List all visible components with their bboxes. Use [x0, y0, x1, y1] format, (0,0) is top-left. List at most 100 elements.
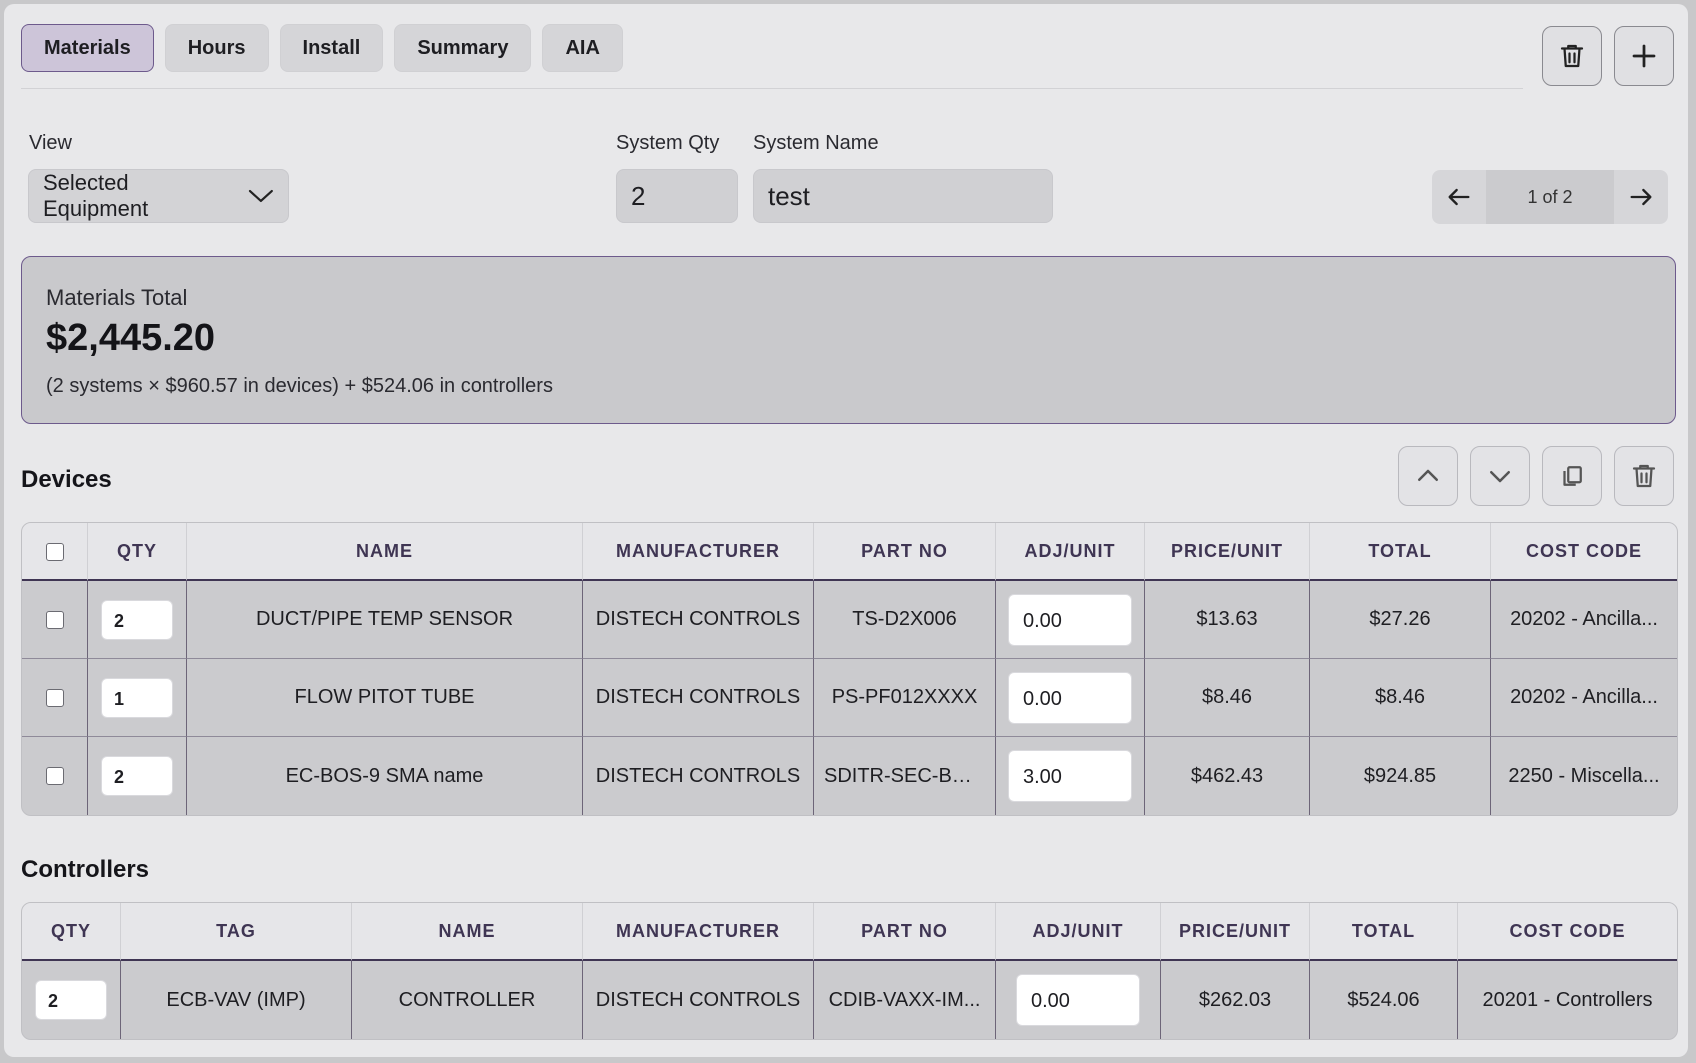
adj-input[interactable]: 0.00 — [1008, 593, 1132, 646]
price-cell: $13.63 — [1145, 581, 1310, 659]
tab-summary[interactable]: Summary — [394, 24, 532, 72]
manufacturer-cell: DISTECH CONTROLS — [583, 659, 814, 737]
qty-cell: 2 — [88, 581, 187, 659]
adj-input[interactable]: 3.00 — [1008, 750, 1132, 802]
qty-cell: 2 — [88, 737, 187, 815]
column-header: COST CODE — [1458, 903, 1677, 961]
delete-system-button[interactable] — [1542, 26, 1602, 86]
tab-hours[interactable]: Hours — [164, 24, 269, 72]
name-cell: DUCT/PIPE TEMP SENSOR — [187, 581, 583, 659]
tab-divider — [21, 88, 1523, 89]
total-cell: $924.85 — [1310, 737, 1491, 815]
view-label: View — [29, 132, 72, 154]
row-checkbox[interactable] — [45, 610, 64, 629]
chevron-down-icon — [249, 189, 274, 203]
adj-cell: 0.00 — [996, 581, 1145, 659]
tab-aia[interactable]: AIA — [542, 24, 623, 72]
row-checkbox[interactable] — [45, 767, 64, 786]
name-cell: CONTROLLER — [352, 961, 583, 1039]
trash-icon — [1632, 464, 1656, 488]
qty-input[interactable]: 2 — [35, 980, 107, 1020]
manufacturer-cell: DISTECH CONTROLS — [583, 581, 814, 659]
materials-total-amount: $2,445.20 — [46, 317, 216, 359]
table-row: 2 EC-BOS-9 SMA name DISTECH CONTROLS SDI… — [22, 737, 1677, 815]
system-name-input[interactable]: test — [753, 169, 1053, 223]
duplicate-button[interactable] — [1542, 446, 1602, 506]
column-header: MANUFACTURER — [583, 903, 814, 961]
copy-icon — [1563, 466, 1582, 486]
system-qty-input[interactable]: 2 — [616, 169, 738, 223]
tab-materials[interactable]: Materials — [21, 24, 154, 72]
qty-cell: 1 — [88, 659, 187, 737]
move-down-button[interactable] — [1470, 446, 1530, 506]
name-cell: EC-BOS-9 SMA name — [187, 737, 583, 815]
part-no-cell: CDIB-VAXX-IM... — [814, 961, 996, 1039]
tab-bar: Materials Hours Install Summary AIA — [21, 24, 623, 72]
delete-devices-button[interactable] — [1614, 446, 1674, 506]
add-system-button[interactable] — [1614, 26, 1674, 86]
cost-code-cell[interactable]: 20202 - Ancilla... — [1491, 659, 1677, 737]
adj-cell: 0.00 — [996, 961, 1161, 1039]
materials-total-breakdown: (2 systems × $960.57 in devices) + $524.… — [46, 375, 553, 397]
part-no-cell: TS-D2X006 — [814, 581, 996, 659]
column-header: MANUFACTURER — [583, 523, 814, 581]
move-up-button[interactable] — [1398, 446, 1458, 506]
qty-input[interactable]: 2 — [101, 599, 173, 640]
cost-code-cell[interactable]: 2250 - Miscella... — [1491, 737, 1677, 815]
column-header: PRICE/UNIT — [1145, 523, 1310, 581]
row-select-cell — [22, 659, 88, 737]
arrow-left-icon — [1448, 188, 1470, 206]
select-all-checkbox[interactable] — [45, 542, 64, 561]
name-cell: FLOW PITOT TUBE — [187, 659, 583, 737]
plus-icon — [1632, 44, 1656, 68]
view-select-value: Selected Equipment — [43, 170, 149, 221]
devices-table: QTY NAME MANUFACTURER PART NO ADJ/UNIT P… — [21, 522, 1678, 816]
page-indicator: 1 of 2 — [1486, 170, 1614, 224]
table-row: 2 DUCT/PIPE TEMP SENSOR DISTECH CONTROLS… — [22, 581, 1677, 659]
price-cell: $8.46 — [1145, 659, 1310, 737]
adj-input[interactable]: 0.00 — [1016, 974, 1140, 1026]
column-header: NAME — [352, 903, 583, 961]
tag-cell: ECB-VAV (IMP) — [121, 961, 352, 1039]
system-name-label: System Name — [753, 132, 879, 154]
column-header: ADJ/UNIT — [996, 523, 1145, 581]
column-header: TOTAL — [1310, 523, 1491, 581]
table-row: 2 ECB-VAV (IMP) CONTROLLER DISTECH CONTR… — [22, 961, 1677, 1039]
materials-total-card: Materials Total $2,445.20 (2 systems × $… — [21, 256, 1676, 424]
next-page-button[interactable] — [1614, 170, 1668, 224]
row-select-cell — [22, 581, 88, 659]
controllers-table: QTY TAG NAME MANUFACTURER PART NO ADJ/UN… — [21, 902, 1678, 1040]
prev-page-button[interactable] — [1432, 170, 1486, 224]
devices-title: Devices — [21, 466, 112, 493]
chevron-up-icon — [1418, 469, 1438, 481]
qty-input[interactable]: 2 — [101, 756, 173, 796]
row-checkbox[interactable] — [45, 688, 64, 707]
total-cell: $524.06 — [1310, 961, 1458, 1039]
row-select-cell — [22, 737, 88, 815]
devices-header-row: QTY NAME MANUFACTURER PART NO ADJ/UNIT P… — [22, 523, 1677, 581]
materials-panel: Materials Hours Install Summary AIA View… — [4, 4, 1688, 1057]
column-header: ADJ/UNIT — [996, 903, 1161, 961]
system-qty-label: System Qty — [616, 132, 720, 154]
column-header: NAME — [187, 523, 583, 581]
manufacturer-cell: DISTECH CONTROLS — [583, 961, 814, 1039]
column-header: PART NO — [814, 903, 996, 961]
tab-install[interactable]: Install — [279, 24, 384, 72]
table-row: 1 FLOW PITOT TUBE DISTECH CONTROLS PS-PF… — [22, 659, 1677, 737]
manufacturer-cell: DISTECH CONTROLS — [583, 737, 814, 815]
column-header: QTY — [22, 903, 121, 961]
trash-icon — [1560, 44, 1584, 68]
total-cell: $27.26 — [1310, 581, 1491, 659]
view-select[interactable]: Selected Equipment — [28, 169, 289, 223]
adj-input[interactable]: 0.00 — [1008, 671, 1132, 724]
qty-cell: 2 — [22, 961, 121, 1039]
select-all-cell — [22, 523, 88, 581]
part-no-cell: SDITR-SEC-BOS8 — [814, 737, 996, 815]
qty-input[interactable]: 1 — [101, 677, 173, 718]
system-pager: 1 of 2 — [1432, 170, 1668, 224]
cost-code-cell[interactable]: 20201 - Controllers — [1458, 961, 1677, 1039]
controllers-title: Controllers — [21, 856, 150, 883]
price-cell: $262.03 — [1161, 961, 1310, 1039]
cost-code-cell[interactable]: 20202 - Ancilla... — [1491, 581, 1677, 659]
arrow-right-icon — [1630, 188, 1652, 206]
